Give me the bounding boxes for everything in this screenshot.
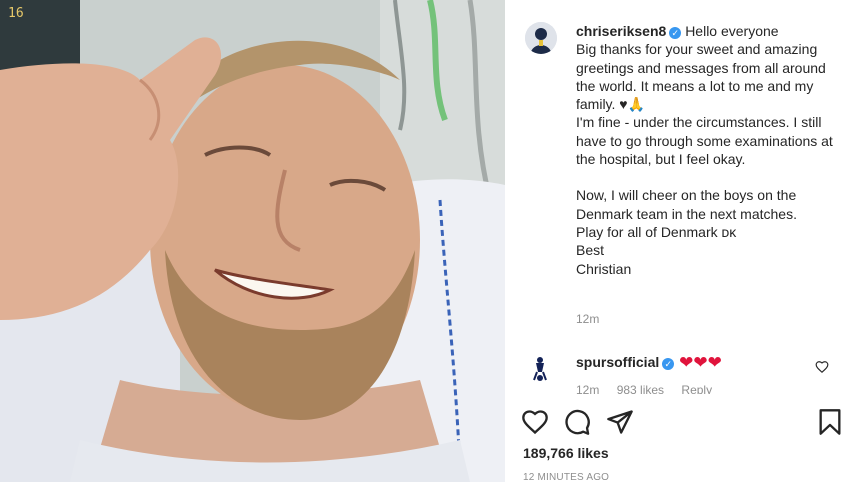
- caption-paragraph-1: Big thanks for your sweet and amazing gr…: [576, 41, 826, 113]
- caption-time[interactable]: 12m: [576, 312, 599, 326]
- action-bar: [505, 395, 857, 482]
- monitor-readout: 16: [8, 6, 24, 21]
- caption-first-line: Hello everyone: [685, 23, 779, 39]
- comment-reply[interactable]: Reply: [681, 384, 712, 394]
- comment-icon[interactable]: [563, 408, 591, 436]
- caption-username[interactable]: chriseriksen8: [576, 23, 666, 39]
- post-caption: chriseriksen8 ✓ Hello everyone Big thanks…: [576, 22, 838, 278]
- verified-badge-icon: ✓: [662, 358, 675, 370]
- caption-paragraph-5: Best: [576, 242, 605, 259]
- caption-paragraph-3: Now, I will cheer on the boys on the Den…: [576, 187, 797, 222]
- caption-paragraph-4: Play for all of Denmark ᴅᴋ: [576, 223, 737, 240]
- comment-text: ❤❤❤: [679, 353, 722, 372]
- paper-plane-icon[interactable]: [606, 408, 634, 436]
- caption-paragraph-6: Christian: [576, 260, 632, 277]
- caption-gap: [576, 168, 838, 186]
- comment-meta: 12m 983 likes Reply: [576, 384, 726, 394]
- caption-paragraph-2: I'm fine - under the circumstances. I st…: [576, 114, 833, 168]
- commenter-avatar[interactable]: [525, 353, 555, 383]
- comment: spursofficial ✓ ❤❤❤: [576, 353, 722, 373]
- post-photo[interactable]: 16: [0, 0, 505, 482]
- comment-time: 12m: [576, 384, 600, 394]
- photo-illustration: [0, 0, 505, 482]
- comment-heart-icon[interactable]: [815, 360, 829, 374]
- likes-count[interactable]: 189,766 likes: [523, 445, 609, 461]
- comment-likes[interactable]: 983 likes: [617, 384, 664, 394]
- bookmark-icon[interactable]: [816, 408, 844, 436]
- verified-badge-icon: ✓: [669, 27, 682, 39]
- post-age: 12 MINUTES AGO: [523, 472, 610, 483]
- heart-icon[interactable]: [521, 408, 549, 436]
- comment-username[interactable]: spursofficial: [576, 354, 659, 370]
- author-avatar[interactable]: [525, 22, 557, 54]
- avatar-image: [525, 22, 557, 54]
- spurs-logo-icon: [525, 353, 555, 383]
